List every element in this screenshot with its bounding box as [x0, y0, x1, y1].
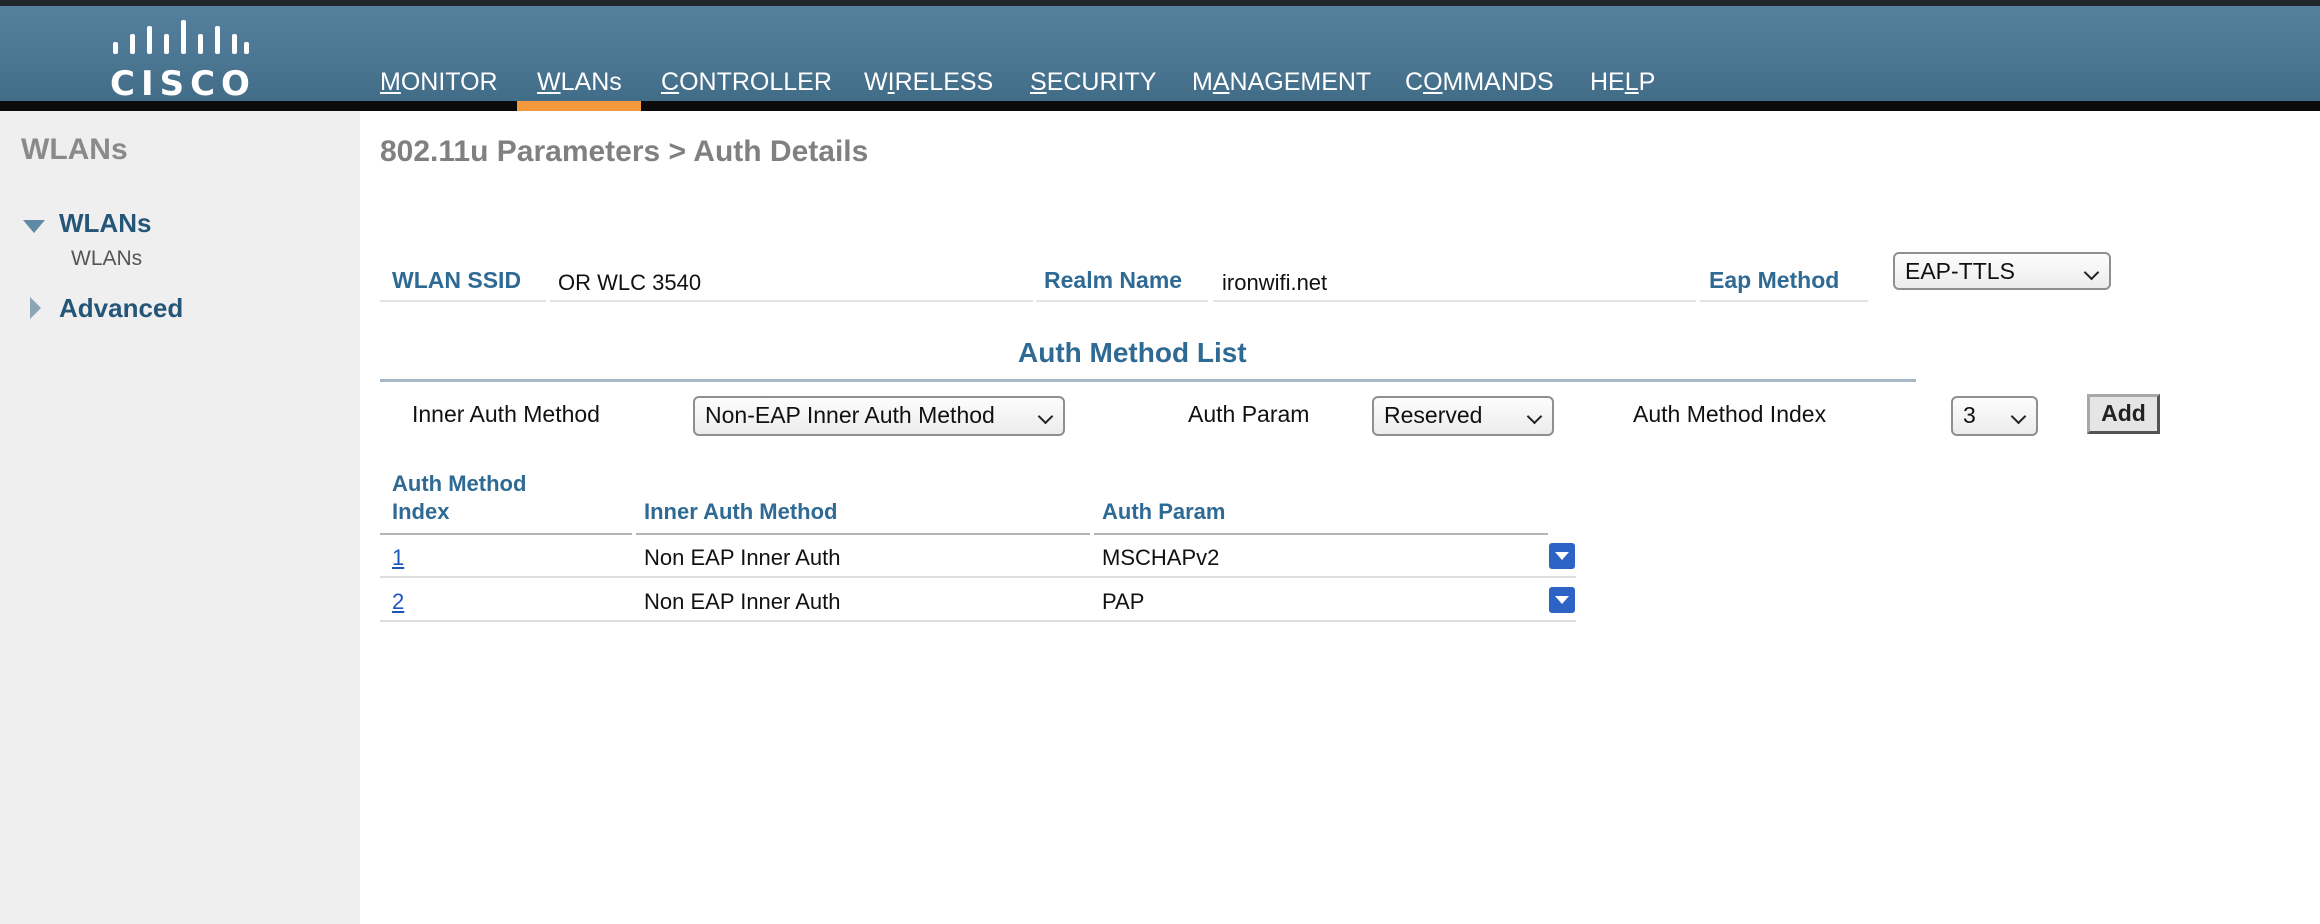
inner-auth-method-label: Inner Auth Method [412, 401, 600, 427]
realm-name-value: ironwifi.net [1222, 270, 1328, 295]
row-index-link[interactable]: 2 [392, 589, 404, 615]
header-divider [0, 101, 2320, 111]
row-inner-auth: Non EAP Inner Auth [644, 589, 841, 614]
divider [380, 300, 546, 302]
auth-method-index-label: Auth Method Index [1633, 401, 1827, 427]
cisco-bridge-icon [113, 20, 249, 54]
row-inner-auth: Non EAP Inner Auth [644, 545, 841, 570]
row-index-link[interactable]: 1 [392, 545, 404, 571]
expanded-triangle-icon[interactable] [23, 220, 45, 233]
divider [380, 620, 1576, 622]
logo-wordmark: CISCO [110, 64, 256, 104]
nav-monitor[interactable]: MONITOR [380, 68, 498, 97]
sidebar: WLANs WLANs WLANs Advanced [0, 111, 360, 924]
row-auth-param: MSCHAPv2 [1102, 545, 1220, 570]
chevron-down-icon [2010, 408, 2027, 425]
auth-param-label: Auth Param [1188, 401, 1310, 427]
add-button[interactable]: Add [2087, 394, 2160, 434]
chevron-down-icon [1037, 408, 1054, 425]
eap-method-label: Eap Method [1709, 267, 1840, 293]
divider [550, 300, 1033, 302]
inner-auth-method-select[interactable]: Non-EAP Inner Auth Method [693, 396, 1065, 436]
auth-method-index-select[interactable]: 3 [1951, 396, 2038, 436]
nav-help[interactable]: HELP [1590, 68, 1655, 97]
row-menu-dropdown-icon[interactable] [1549, 543, 1575, 569]
divider [1094, 533, 1548, 535]
nav-controller[interactable]: CONTROLLER [661, 68, 832, 97]
cisco-logo: CISCO [110, 18, 250, 104]
divider [1036, 300, 1208, 302]
collapsed-triangle-icon[interactable] [30, 297, 41, 319]
nav-commands[interactable]: COMMANDS [1405, 68, 1554, 97]
divider [380, 533, 632, 535]
active-tab-indicator [517, 101, 641, 111]
divider [1700, 300, 1868, 302]
nav-management[interactable]: MANAGEMENT [1192, 68, 1371, 97]
divider [1213, 300, 1696, 302]
chevron-down-icon [1526, 408, 1543, 425]
row-auth-param: PAP [1102, 589, 1145, 614]
nav-security[interactable]: SECURITY [1030, 68, 1156, 97]
divider [380, 576, 1576, 578]
chevron-down-icon [2083, 264, 2100, 281]
section-divider [380, 379, 1916, 382]
nav-wlans[interactable]: WLANs [537, 68, 622, 97]
eap-method-select[interactable]: EAP-TTLS [1893, 252, 2111, 290]
divider [636, 533, 1090, 535]
nav-wireless[interactable]: WIRELESS [864, 68, 993, 97]
sidebar-subitem-wlans[interactable]: WLANs [71, 247, 142, 271]
sidebar-item-advanced[interactable]: Advanced [59, 293, 183, 324]
wlan-ssid-label: WLAN SSID [392, 267, 522, 293]
sidebar-title: WLANs [21, 133, 128, 166]
wlan-ssid-value: OR WLC 3540 [558, 270, 702, 295]
column-header-auth-param: Auth Param [1102, 499, 1226, 524]
top-navigation-bar: CISCO MONITOR WLANs CONTROLLER WIRELESS … [0, 0, 2320, 111]
page-title: 802.11u Parameters > Auth Details [380, 135, 869, 168]
section-title: Auth Method List [1018, 337, 1247, 368]
column-header-inner-auth-method: Inner Auth Method [644, 499, 838, 524]
column-header-index: Auth Method Index [392, 471, 527, 524]
auth-param-select[interactable]: Reserved [1372, 396, 1554, 436]
sidebar-item-wlans[interactable]: WLANs [59, 208, 151, 239]
row-menu-dropdown-icon[interactable] [1549, 587, 1575, 613]
realm-name-label: Realm Name [1044, 267, 1183, 293]
